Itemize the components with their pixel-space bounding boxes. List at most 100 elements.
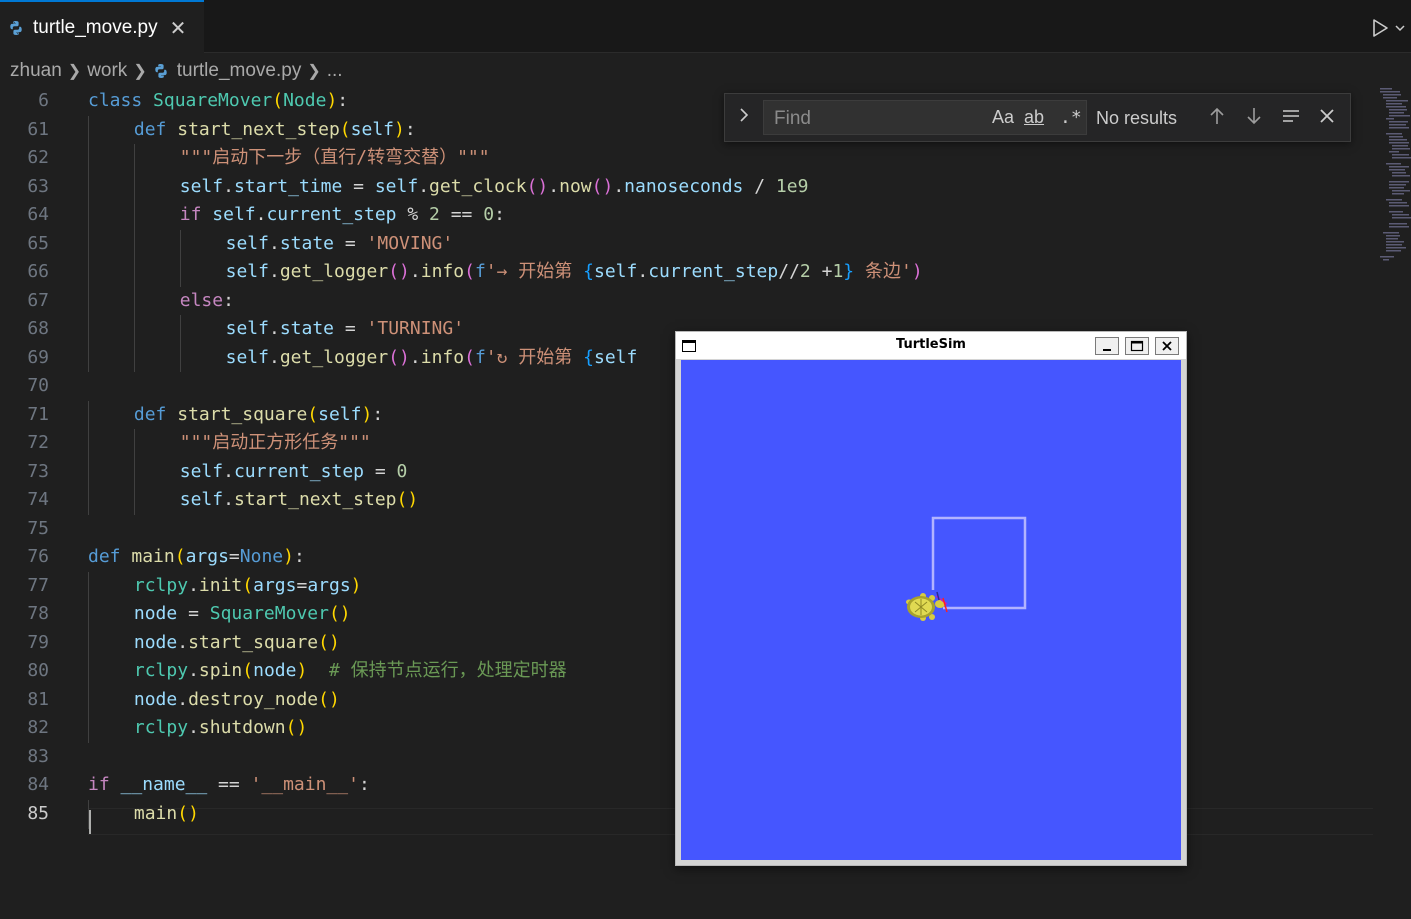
indent-guide bbox=[133, 343, 135, 373]
code-token: 条边' bbox=[854, 261, 912, 283]
line-number: 66 bbox=[27, 261, 49, 283]
line-number: 67 bbox=[27, 289, 49, 311]
toggle-replace-chevron-icon[interactable] bbox=[733, 106, 755, 130]
code-token: node bbox=[133, 631, 178, 653]
code-token: get_logger bbox=[279, 261, 389, 283]
code-text: self.get_logger().info(f'↻ 开始第 {self bbox=[226, 344, 638, 372]
code-token: SquareMover bbox=[209, 603, 329, 625]
code-token: . bbox=[188, 574, 199, 596]
find-in-selection-button[interactable] bbox=[1280, 106, 1302, 130]
code-token: . bbox=[268, 346, 280, 368]
code-token: self bbox=[179, 489, 224, 511]
code-token: args bbox=[185, 546, 229, 568]
indent-guide bbox=[88, 144, 89, 173]
code-token: . bbox=[255, 204, 267, 226]
indent-guide bbox=[133, 201, 135, 230]
code-line[interactable]: 64 if self.current_step % 2 == 0: bbox=[0, 201, 1380, 230]
code-token: '→ 开始第 bbox=[485, 261, 584, 283]
chevron-right-icon: ❯ bbox=[307, 63, 321, 80]
indent-guide bbox=[88, 115, 89, 145]
code-token: self bbox=[593, 346, 638, 368]
code-token: ( bbox=[464, 261, 475, 283]
breadcrumb-folder-zhuan[interactable]: zhuan bbox=[10, 60, 62, 82]
code-token: if bbox=[179, 204, 213, 226]
line-number: 65 bbox=[27, 232, 49, 254]
use-regex-toggle[interactable]: .* bbox=[1060, 107, 1082, 129]
code-line[interactable]: 63 self.start_time = self.get_clock().now… bbox=[0, 172, 1380, 202]
match-case-toggle[interactable]: Aa bbox=[992, 107, 1014, 129]
code-token: () bbox=[318, 631, 340, 653]
minimize-button[interactable] bbox=[1095, 337, 1119, 355]
code-token: current_step bbox=[266, 204, 397, 226]
line-number: 6 bbox=[38, 90, 49, 111]
code-text: self.start_next_step() bbox=[180, 486, 418, 514]
code-token: nanoseconds bbox=[624, 175, 744, 197]
indent-guide bbox=[88, 571, 89, 601]
line-number: 69 bbox=[27, 346, 49, 368]
code-token: start_square bbox=[177, 403, 308, 425]
turtlesim-titlebar[interactable]: TurtleSim bbox=[676, 332, 1186, 359]
code-token: : bbox=[404, 118, 416, 140]
code-token: : bbox=[223, 289, 234, 311]
code-token: () bbox=[177, 803, 199, 824]
code-token: } bbox=[843, 261, 855, 283]
code-token: f bbox=[474, 346, 486, 368]
code-text: node.destroy_node() bbox=[134, 686, 340, 714]
turtlesim-window: TurtleSim bbox=[675, 331, 1187, 866]
maximize-icon bbox=[1130, 340, 1144, 352]
editor-tab-bar: turtle_move.py ✕ bbox=[0, 0, 1411, 53]
indent-guide bbox=[88, 600, 89, 629]
code-text: def start_square(self): bbox=[134, 401, 383, 429]
indent-guide bbox=[133, 258, 135, 287]
code-token: . bbox=[268, 232, 280, 254]
chevron-down-icon[interactable] bbox=[1394, 22, 1406, 34]
minimap[interactable] bbox=[1377, 85, 1411, 265]
text-cursor bbox=[89, 810, 91, 834]
code-text: rclpy.spin(node) # 保持节点运行，处理定时器 bbox=[134, 657, 567, 685]
code-text: rclpy.shutdown() bbox=[134, 714, 307, 742]
close-find-button[interactable] bbox=[1316, 106, 1338, 130]
run-python-button[interactable] bbox=[1370, 16, 1410, 40]
line-number: 85 bbox=[27, 803, 49, 824]
code-token: None bbox=[239, 546, 284, 568]
code-token: f bbox=[474, 261, 486, 283]
maximize-button[interactable] bbox=[1125, 337, 1149, 355]
tab-turtle-move[interactable]: turtle_move.py ✕ bbox=[0, 0, 204, 53]
indent-guide bbox=[88, 201, 89, 230]
next-match-button[interactable] bbox=[1243, 106, 1265, 130]
code-token: { bbox=[583, 346, 594, 368]
code-line[interactable]: 65 self.state = 'MOVING' bbox=[0, 229, 1380, 259]
code-line[interactable]: 67 else: bbox=[0, 286, 1380, 316]
previous-match-button[interactable] bbox=[1206, 106, 1228, 130]
code-token: get_logger bbox=[279, 346, 389, 368]
find-input[interactable] bbox=[772, 105, 986, 132]
indent-guide bbox=[88, 628, 89, 658]
code-token: start_square bbox=[188, 631, 319, 653]
code-token: 2 bbox=[429, 204, 440, 226]
code-line[interactable]: 62 """启动下一步（直行/转弯交替）""" bbox=[0, 144, 1380, 173]
code-token: 0 bbox=[483, 204, 495, 226]
code-text: node.start_square() bbox=[134, 629, 340, 657]
breadcrumb-file[interactable]: turtle_move.py bbox=[177, 60, 302, 82]
close-window-button[interactable] bbox=[1155, 337, 1179, 355]
code-token: () bbox=[328, 603, 351, 625]
close-tab-icon[interactable]: ✕ bbox=[170, 16, 187, 40]
code-token: self bbox=[212, 204, 256, 226]
code-token: ( bbox=[464, 346, 475, 368]
code-line[interactable]: 66 self.get_logger().info(f'→ 开始第 {self.c… bbox=[0, 258, 1380, 287]
match-whole-word-toggle[interactable]: ab bbox=[1024, 107, 1044, 129]
chevron-right-icon bbox=[740, 108, 749, 122]
breadcrumb-symbols[interactable]: ... bbox=[327, 60, 343, 82]
code-token: else bbox=[179, 289, 224, 311]
breadcrumb-folder-work[interactable]: work bbox=[87, 60, 127, 82]
turtlesim-canvas[interactable] bbox=[681, 360, 1181, 860]
code-text: class SquareMover(Node): bbox=[88, 87, 348, 115]
code-token: rclpy bbox=[133, 574, 189, 596]
line-number: 70 bbox=[27, 375, 49, 397]
code-token: get_clock bbox=[429, 175, 527, 197]
code-token: start_next_step bbox=[233, 489, 397, 511]
code-token: '__main__' bbox=[250, 774, 359, 796]
line-number: 84 bbox=[27, 774, 49, 796]
code-token: / bbox=[743, 175, 776, 197]
code-token: SquareMover bbox=[153, 90, 273, 111]
